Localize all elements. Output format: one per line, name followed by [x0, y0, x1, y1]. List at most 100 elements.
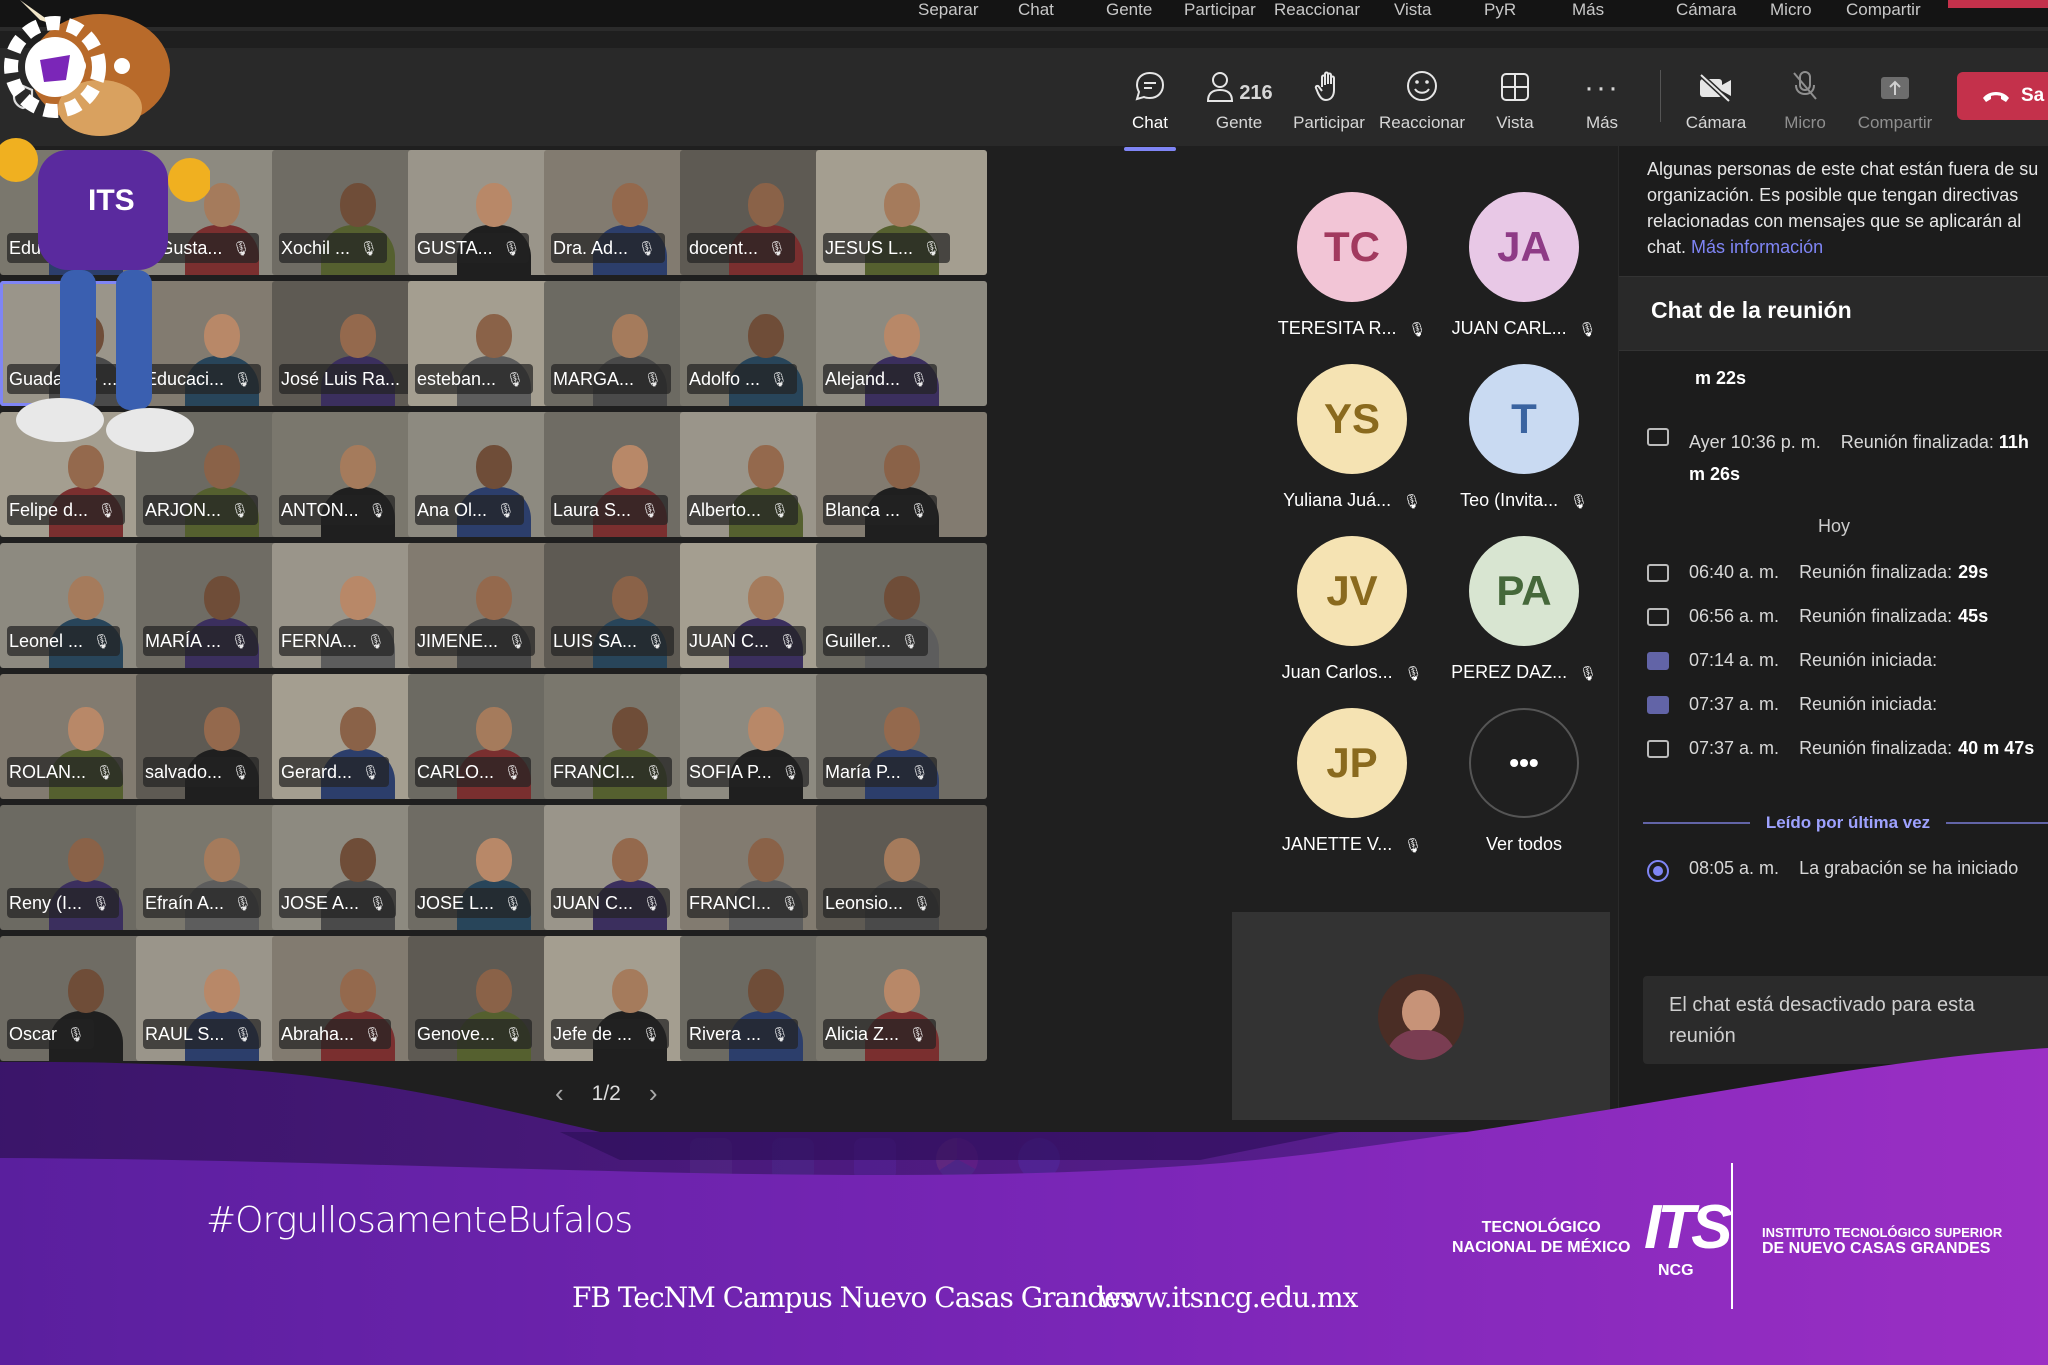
participant-tile[interactable]: Leonsio... 🎙 [816, 805, 987, 930]
more-button[interactable]: ··· Más [1558, 63, 1646, 133]
participant-tile[interactable]: Guiller... 🎙 [816, 543, 987, 668]
participant-name-tag: LUIS SA... 🎙 [551, 626, 674, 656]
mic-muted-icon: 🎙 [643, 894, 661, 911]
menu-camara[interactable]: Cámara [1676, 0, 1736, 20]
menu-strip: Separar Chat Gente Participar Reaccionar… [0, 0, 2048, 31]
camera-button[interactable]: Cámara [1672, 63, 1760, 133]
menu-mas[interactable]: Más [1572, 0, 1604, 20]
participant-name-tag: FRANCI... 🎙 [687, 888, 808, 918]
menu-vista[interactable]: Vista [1394, 0, 1432, 20]
menu-chat[interactable]: Chat [1018, 0, 1054, 20]
participant-tile[interactable]: María P... 🎙 [816, 674, 987, 799]
edge-icon[interactable] [1018, 1138, 1060, 1180]
chat-event: 07:37 a. m. Reunión finalizada: 40 m 47s [1647, 738, 2047, 759]
participant-name: Alejand... [825, 368, 901, 389]
chat-event: 06:56 a. m. Reunión finalizada: 45s [1647, 606, 2047, 627]
menu-separar[interactable]: Separar [918, 0, 978, 20]
participant-name: FERNA... [281, 630, 358, 651]
participant-name: Rivera ... [689, 1023, 762, 1044]
chat-event: 07:14 a. m. Reunión iniciada: [1647, 650, 2047, 671]
tecnm-line1: TECNOLÓGICO [1481, 1219, 1601, 1236]
mic-muted-icon: 🎙 [93, 632, 111, 649]
participant-tile[interactable]: JESUS L... 🎙 [816, 150, 987, 275]
mic-muted-icon: 🎙 [67, 1025, 85, 1042]
gallery-pager: ‹ 1/2 › [555, 1078, 658, 1109]
roster-name-row: Juan Carlos... 🎙 [1272, 662, 1432, 683]
roster-name: JANETTE V... [1281, 834, 1393, 854]
mic-button[interactable]: Micro [1761, 63, 1849, 133]
participant-name-tag: RAUL S... 🎙 [143, 1019, 262, 1049]
participant-name: Felipe d... [9, 499, 89, 520]
mic-muted-icon: 🎙 [497, 501, 515, 518]
participant-name: Jefe de ... [553, 1023, 633, 1044]
self-view[interactable] [1232, 912, 1610, 1120]
participant-name: Efraín A... [145, 892, 225, 913]
institute-name: INSTITUTO TECNOLÓGICO SUPERIOR DE NUEVO C… [1762, 1225, 2002, 1257]
view-label: Vista [1496, 113, 1534, 132]
menu-gente[interactable]: Gente [1106, 0, 1152, 20]
more-icon: ••• [1469, 708, 1579, 818]
app-icon[interactable] [690, 1138, 732, 1180]
menu-pyr[interactable]: PyR [1484, 0, 1516, 20]
see-all-button[interactable]: ••• Ver todos [1444, 708, 1604, 855]
share-label: Compartir [1857, 113, 1933, 132]
mic-muted-icon: 🎙 [234, 894, 252, 911]
website-text: www.itsncg.edu.mx [1098, 1281, 1358, 1314]
chrome-icon[interactable] [936, 1138, 978, 1180]
menu-reaccionar[interactable]: Reaccionar [1274, 0, 1360, 20]
mic-muted-icon: 🎙 [768, 239, 786, 256]
audio-participants-roster: TC TERESITA R... 🎙 JA JUAN CARL... 🎙 YS Yuliana… [1232, 146, 1612, 906]
last-read-divider: Leído por última vez [1643, 813, 2048, 833]
roster-participant[interactable]: PA PEREZ DAZ... 🎙 [1444, 536, 1604, 683]
react-button[interactable]: Reaccionar [1378, 63, 1466, 133]
share-button[interactable]: Compartir [1851, 63, 1939, 133]
mic-muted-icon: 🎙 [506, 370, 524, 387]
mic-muted-icon: 🎙 [770, 370, 788, 387]
more-info-link[interactable]: Más información [1691, 237, 1823, 257]
chat-panel: Algunas personas de este chat están fuer… [1618, 146, 2048, 1126]
raise-hand-button[interactable]: Participar [1285, 63, 1373, 133]
event-text: Reunión finalizada: [1799, 738, 1953, 758]
teams-icon[interactable] [854, 1138, 896, 1180]
mic-muted-icon: 🎙 [910, 370, 928, 387]
participant-name-tag: Gerard... 🎙 [279, 757, 389, 787]
participant-tile[interactable]: Alicia Z... 🎙 [816, 936, 987, 1061]
roster-participant[interactable]: JV Juan Carlos... 🎙 [1272, 536, 1432, 683]
app-icon[interactable] [772, 1138, 814, 1180]
participant-name-tag: L Gusta... 🎙 [143, 233, 260, 263]
participant-name: JUAN C... [553, 892, 634, 913]
roster-participant[interactable]: JP JANETTE V... 🎙 [1272, 708, 1432, 855]
participant-tile[interactable]: Blanca ... 🎙 [816, 412, 987, 537]
participant-name: Laura S... [553, 499, 632, 520]
participant-name: Educaci... [145, 368, 225, 389]
menu-participar[interactable]: Participar [1184, 0, 1256, 20]
roster-participant[interactable]: YS Yuliana Juá... 🎙 [1272, 364, 1432, 511]
view-button[interactable]: Vista [1471, 63, 1559, 133]
mic-muted-icon: 🎙 [96, 763, 114, 780]
prev-page-chevron-icon[interactable]: ‹ [555, 1078, 564, 1109]
leave-button[interactable]: Sa [1957, 72, 2048, 120]
participant-name-tag: Alberto... 🎙 [687, 495, 798, 525]
roster-name-row: Teo (Invita... 🎙 [1444, 490, 1604, 511]
chat-button[interactable]: Chat [1106, 63, 1194, 151]
menu-micro[interactable]: Micro [1770, 0, 1812, 20]
people-button[interactable]: 216 Gente [1195, 63, 1283, 133]
participant-name-tag: docent... 🎙 [687, 233, 795, 263]
roster-participant[interactable]: JA JUAN CARL... 🎙 [1444, 192, 1604, 339]
shield-icon [12, 84, 34, 110]
participant-name: Guadalupe ... [9, 368, 118, 389]
event-text: Reunión finalizada: [1799, 606, 1953, 626]
react-label: Reaccionar [1379, 113, 1465, 132]
facebook-text: FB TecNM Campus Nuevo Casas Grandes. [572, 1281, 1142, 1314]
participant-tile[interactable]: Alejand... 🎙 [816, 281, 987, 406]
roster-participant[interactable]: T Teo (Invita... 🎙 [1444, 364, 1604, 511]
next-page-chevron-icon[interactable]: › [649, 1078, 658, 1109]
participant-name: Adolfo ... [689, 368, 761, 389]
chat-disabled-notice: El chat está desactivado para esta reuni… [1643, 976, 2048, 1064]
roster-participant[interactable]: TC TERESITA R... 🎙 [1272, 192, 1432, 339]
chat-event-recording: 08:05 a. m. La grabación se ha iniciado [1647, 858, 2047, 882]
more-label: Más [1585, 113, 1619, 132]
menu-compartir[interactable]: Compartir [1846, 0, 1921, 20]
participant-name-tag: Laura S... 🎙 [551, 495, 668, 525]
initials-avatar: TC [1297, 192, 1407, 302]
